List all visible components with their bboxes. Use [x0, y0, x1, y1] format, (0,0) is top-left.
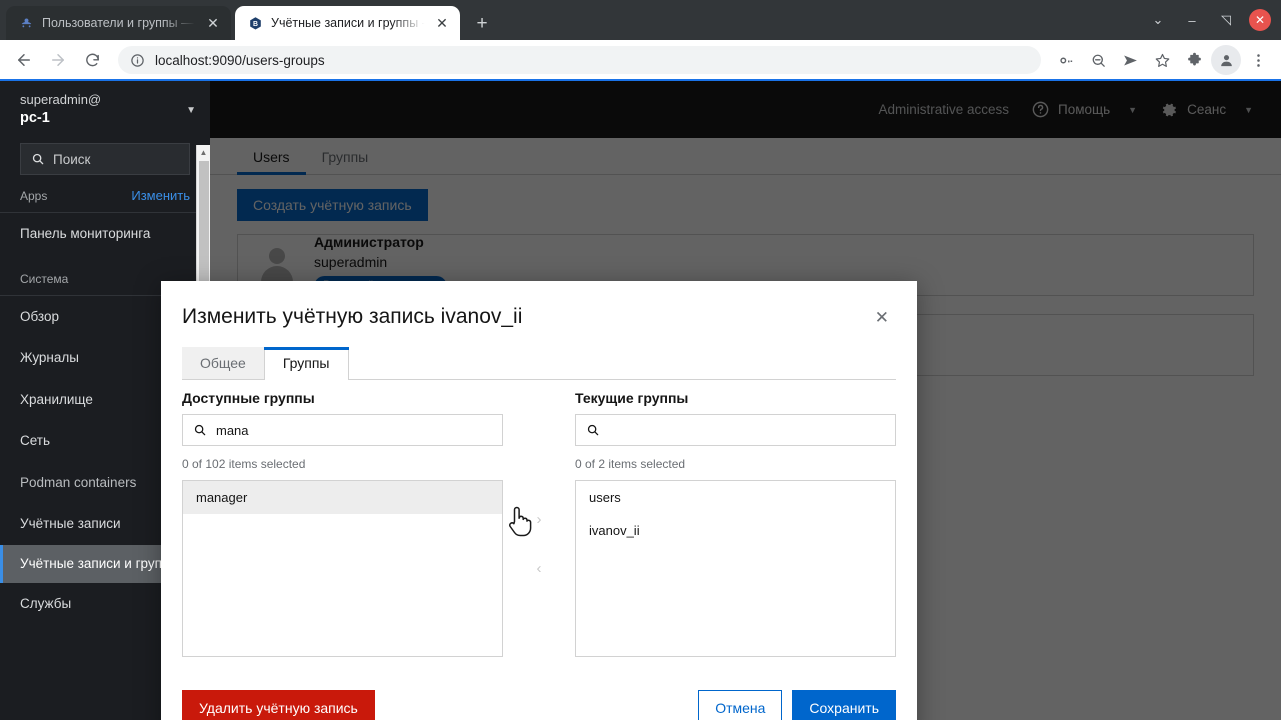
svg-text:B: B: [253, 21, 258, 28]
available-groups-label: Доступные группы: [182, 390, 315, 406]
minimize-button[interactable]: –: [1177, 5, 1207, 35]
dual-list-controls: › ‹: [503, 390, 575, 657]
chevron-down-icon: ▼: [186, 105, 196, 116]
reload-icon[interactable]: [76, 44, 108, 76]
edit-account-modal: Изменить учётную запись ivanov_ii ✕ Обще…: [161, 281, 917, 720]
profile-icon[interactable]: [1211, 45, 1241, 75]
available-groups-search-value: mana: [216, 422, 249, 438]
close-icon[interactable]: ✕: [434, 15, 450, 31]
modal-tabs: Общее Группы: [182, 347, 896, 380]
available-groups-count: 0 of 102 items selected: [182, 457, 306, 471]
tab-groups[interactable]: Группы: [263, 347, 349, 380]
cockpit-page: Administrative access Помощь ▼ Сеанс ▼ U…: [0, 81, 1281, 720]
cockpit-icon: B: [247, 15, 263, 31]
list-item[interactable]: manager: [183, 481, 502, 514]
scroll-up-icon[interactable]: ▲: [197, 145, 210, 159]
window-close-button[interactable]: ✕: [1245, 5, 1275, 35]
browser-tab-title: Учётные записи и группы - su: [271, 16, 426, 30]
sidebar-item-dashboard[interactable]: Панель мониторинга: [0, 213, 210, 255]
search-placeholder: Поиск: [53, 151, 91, 167]
current-groups-count: 0 of 2 items selected: [575, 457, 686, 471]
chevron-down-icon[interactable]: ⌄: [1143, 5, 1173, 35]
search-icon: [586, 423, 600, 437]
dual-list-selector: Доступные группы mana 0 of 102 items sel…: [161, 390, 917, 657]
extensions-icon[interactable]: [1179, 45, 1209, 75]
address-bar[interactable]: localhost:9090/users-groups: [118, 46, 1041, 74]
forward-icon[interactable]: [42, 44, 74, 76]
apps-label: Apps: [20, 188, 48, 203]
current-groups-panel: Текущие группы 0 of 2 items selected use…: [575, 390, 896, 657]
browser-tab-title: Пользователи и группы — W: [42, 16, 197, 30]
modal-footer: Удалить учётную запись Отмена Сохранить: [161, 674, 917, 720]
tab-general[interactable]: Общее: [182, 347, 264, 379]
account-switcher[interactable]: superadmin@ pc-1 ▼: [0, 81, 210, 139]
available-groups-panel: Доступные группы mana 0 of 102 items sel…: [182, 390, 503, 657]
modal-title: Изменить учётную запись ivanov_ii: [182, 305, 523, 328]
modal-header: Изменить учётную запись ivanov_ii ✕: [161, 281, 917, 330]
window-controls: ⌄ – ◹ ✕: [1143, 0, 1275, 40]
save-button[interactable]: Сохранить: [792, 689, 896, 720]
move-right-icon[interactable]: ›: [529, 507, 550, 532]
delete-account-button[interactable]: Удалить учётную запись: [182, 689, 375, 720]
freeipa-icon: [18, 15, 34, 31]
move-left-icon[interactable]: ‹: [529, 556, 550, 581]
close-icon: ✕: [1249, 9, 1271, 31]
back-icon[interactable]: [8, 44, 40, 76]
maximize-button[interactable]: ◹: [1211, 5, 1241, 35]
url-text: localhost:9090/users-groups: [155, 52, 325, 68]
current-groups-search-input[interactable]: [575, 414, 896, 446]
menu-icon[interactable]: [1243, 45, 1273, 75]
available-groups-list[interactable]: manager: [182, 480, 503, 657]
close-icon[interactable]: ✕: [871, 305, 893, 330]
available-groups-search-input[interactable]: mana: [182, 414, 503, 446]
account-host: pc-1: [20, 109, 50, 126]
cancel-button[interactable]: Отмена: [698, 689, 783, 720]
key-icon[interactable]: [1051, 45, 1081, 75]
search-icon: [193, 423, 207, 437]
list-item[interactable]: users: [576, 481, 895, 514]
search-input[interactable]: Поиск: [20, 143, 190, 175]
star-icon[interactable]: [1147, 45, 1177, 75]
apps-row: Apps Изменить: [0, 185, 210, 212]
browser-tab-1[interactable]: Пользователи и группы — W ✕: [6, 6, 231, 40]
new-tab-button[interactable]: +: [468, 9, 496, 37]
close-icon[interactable]: ✕: [205, 15, 221, 31]
apps-edit-link[interactable]: Изменить: [131, 188, 190, 203]
list-item[interactable]: ivanov_ii: [576, 514, 895, 547]
browser-tab-2[interactable]: B Учётные записи и группы - su ✕: [235, 6, 460, 40]
browser-tab-strip: Пользователи и группы — W ✕ B Учётные за…: [0, 0, 1281, 40]
send-icon[interactable]: [1115, 45, 1145, 75]
current-groups-list[interactable]: users ivanov_ii: [575, 480, 896, 657]
info-icon[interactable]: [130, 53, 145, 68]
current-groups-label: Текущие группы: [575, 390, 689, 406]
browser-toolbar-icons: [1051, 45, 1273, 75]
search-icon: [31, 152, 45, 166]
account-user: superadmin@: [20, 92, 102, 107]
zoom-out-icon[interactable]: [1083, 45, 1113, 75]
browser-toolbar: localhost:9090/users-groups: [0, 40, 1281, 80]
